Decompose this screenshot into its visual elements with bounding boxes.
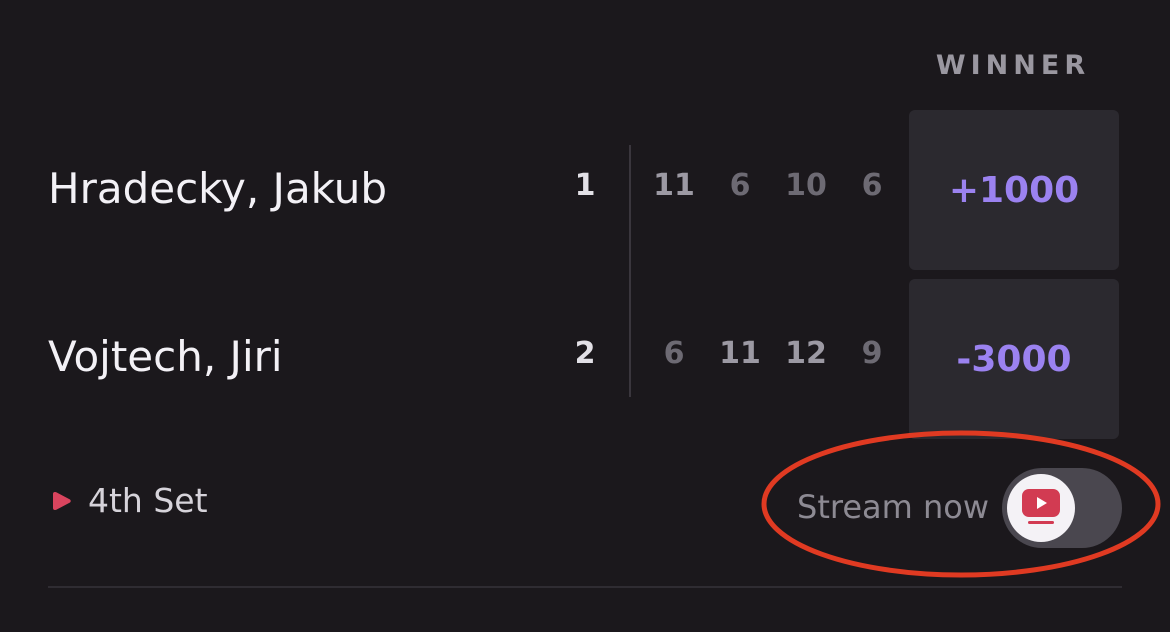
player-2-winner-odds-button[interactable]: -3000: [909, 279, 1119, 439]
player-2-set-1-score: 6: [663, 336, 685, 371]
tv-play-icon: [1022, 489, 1060, 524]
stream-now-label: Stream now: [797, 488, 989, 526]
match-status: 4th Set: [50, 481, 208, 521]
stream-control: Stream now: [780, 465, 1125, 549]
current-set-label: 4th Set: [88, 481, 208, 520]
winner-column-header: WINNER: [935, 50, 1091, 81]
stream-toggle[interactable]: [1002, 468, 1122, 548]
player-2-set-3-score: 12: [785, 336, 827, 371]
player-1-sets-won: 1: [574, 168, 596, 203]
player-1-winner-odds-button[interactable]: +1000: [909, 110, 1119, 270]
player-1-set-1-score: 11: [653, 168, 695, 203]
score-divider: [629, 145, 631, 397]
match-card: WINNER Hradecky, Jakub 1 11 6 10 6 +1000…: [0, 0, 1170, 632]
player-1-set-2-score: 6: [729, 168, 751, 203]
player-2-set-2-score: 11: [719, 336, 761, 371]
card-bottom-divider: [48, 586, 1122, 588]
player-1-set-4-score: 6: [861, 168, 883, 203]
player-2-sets-won: 2: [574, 336, 596, 371]
player-1-name: Hradecky, Jakub: [48, 164, 387, 213]
player-2-name: Vojtech, Jiri: [48, 332, 283, 381]
live-play-icon: [53, 492, 71, 510]
player-2-set-4-score: 9: [861, 336, 883, 371]
stream-toggle-knob: [1007, 474, 1075, 542]
player-1-set-3-score: 10: [785, 168, 827, 203]
